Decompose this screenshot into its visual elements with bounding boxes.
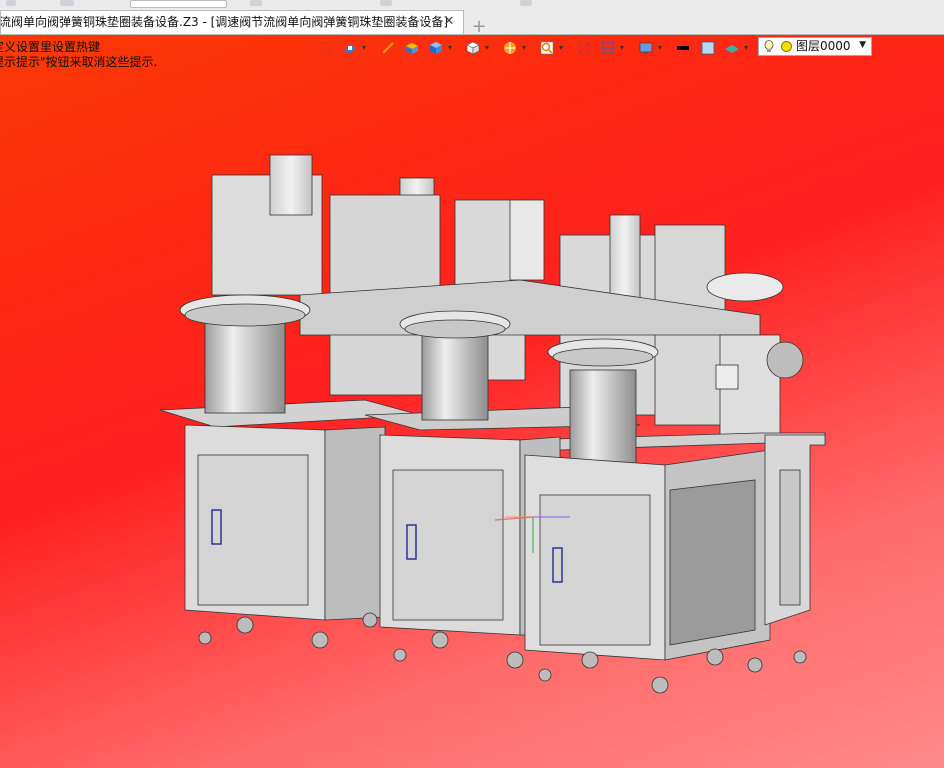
vibratory-bowl-left (179, 294, 311, 414)
close-icon[interactable]: ✕ (441, 14, 457, 30)
ribbon-ghost-icon (380, 0, 392, 6)
zoom-icon[interactable] (537, 39, 557, 57)
pencil-icon[interactable] (378, 39, 398, 57)
ribbon-ghost-icon (6, 0, 16, 6)
ribbon-ghost-icon (60, 0, 74, 6)
layer-dropdown[interactable]: 图层0000 ▼ (758, 37, 872, 56)
layer-label: 图层0000 (796, 39, 851, 53)
ribbon-ghost-icon (520, 0, 532, 6)
color-swatch-icon[interactable] (698, 39, 718, 57)
tab-title: 流阀单向阀弹簧铜珠垫圈装备设备.Z3 - [调速阀节流阀单向阀弹簧铜珠垫圈装备设… (0, 15, 448, 29)
chevron-down-icon[interactable]: ▾ (522, 44, 528, 52)
plane-teal-icon[interactable] (722, 39, 742, 57)
render-mode-icon[interactable] (340, 39, 360, 57)
chevron-down-icon[interactable]: ▾ (620, 44, 626, 52)
chevron-down-icon[interactable]: ▾ (448, 44, 454, 52)
cabinet-right (524, 434, 826, 661)
cube-blue-icon[interactable] (426, 39, 446, 57)
document-tab-bar: 流阀单向阀弹簧铜珠垫圈装备设备.Z3 - [调速阀节流阀单向阀弹簧铜珠垫圈装备设… (0, 8, 944, 37)
bowl-rim (706, 272, 784, 302)
layer-color-icon (781, 41, 792, 52)
chevron-down-icon[interactable]: ▾ (744, 44, 750, 52)
frame-select-icon[interactable] (315, 39, 335, 57)
ribbon-ghost-icon (250, 0, 262, 6)
sphere-orange-icon[interactable] (500, 39, 520, 57)
chevron-down-icon[interactable]: ▾ (658, 44, 664, 52)
chevron-down-icon[interactable]: ▾ (485, 44, 491, 52)
view-toolbar: ▾ ▾ ▾ ▾ ▾ ▾ ▾ ▾ (310, 37, 760, 59)
chevron-down-icon[interactable]: ▾ (362, 44, 368, 52)
chevron-down-icon[interactable]: ▾ (559, 44, 565, 52)
tab-active-document[interactable]: 流阀单向阀弹簧铜珠垫圈装备设备.Z3 - [调速阀节流阀单向阀弹簧铜珠垫圈装备设… (0, 10, 464, 34)
lightbulb-icon[interactable] (763, 40, 775, 54)
display-icon[interactable] (636, 39, 656, 57)
section-icon[interactable] (574, 39, 594, 57)
chevron-down-icon[interactable]: ▼ (859, 37, 866, 54)
box-shaded-icon[interactable] (402, 39, 422, 57)
cube-white-icon[interactable] (463, 39, 483, 57)
line-black-icon[interactable] (673, 39, 693, 57)
clip-plane-icon[interactable] (598, 39, 618, 57)
assembly-model (159, 154, 826, 694)
graphics-viewport[interactable]: 定义设置里设置热键 提示提示"按钮来取消这些提示. (0, 35, 944, 768)
cabinet-left (184, 424, 386, 621)
ribbon-ghost-dropdown (130, 0, 227, 8)
